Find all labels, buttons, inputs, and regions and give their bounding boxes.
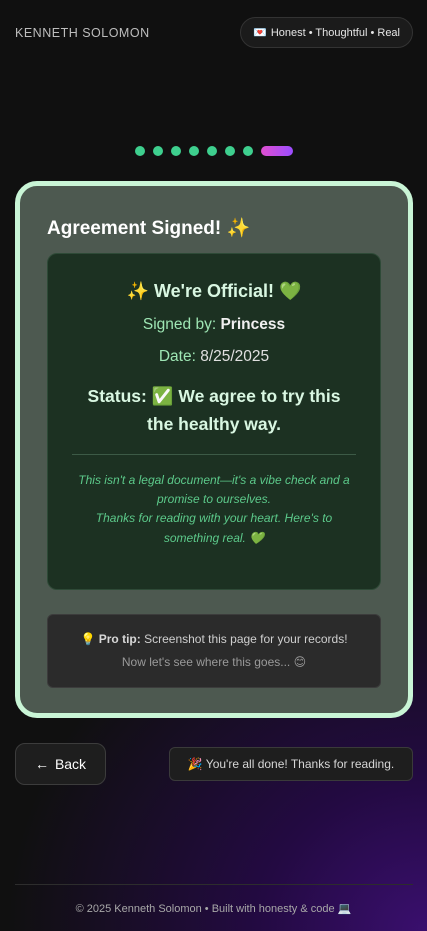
pro-tip-subtext: Now let's see where this goes... 😊 — [121, 655, 307, 669]
love-letter-icon: 💌 — [253, 27, 267, 39]
tagline-badge: 💌 Honest • Thoughtful • Real — [240, 17, 413, 48]
footer-divider — [15, 884, 413, 885]
status-label: Status: — [87, 386, 147, 406]
completion-message: 🎉 You're all done! Thanks for reading. — [169, 747, 413, 781]
divider — [72, 454, 356, 455]
back-button-label: Back — [54, 756, 87, 772]
tagline-text: Honest • Thoughtful • Real — [270, 26, 400, 39]
step-dot — [171, 146, 181, 156]
status-value: ✅ We agree to try this the healthy way. — [147, 386, 341, 434]
step-dot — [153, 146, 163, 156]
step-dot — [225, 146, 235, 156]
pro-tip-label: Pro tip: — [98, 632, 141, 646]
date-value: 8/25/2025 — [200, 348, 270, 365]
step-progress — [135, 146, 293, 156]
lightbulb-icon: 💡 — [80, 632, 96, 646]
signed-by-value: Princess — [220, 316, 286, 333]
pro-tip-box: 💡 Pro tip: Screenshot this page for your… — [47, 614, 381, 688]
date-label: Date: — [158, 348, 196, 365]
certificate-heading: ✨ We're Official! 💚 — [126, 281, 302, 301]
note-line: This isn't a legal document—it's a vibe … — [78, 473, 350, 507]
signed-by-row: Signed by: Princess — [48, 316, 380, 334]
card-title: Agreement Signed! ✨ — [47, 218, 251, 239]
note-line: Thanks for reading with your heart. Here… — [95, 511, 333, 545]
agreement-card: Agreement Signed! ✨ ✨ We're Official! 💚 … — [15, 181, 413, 718]
signed-by-label: Signed by: — [142, 316, 217, 333]
brand-name: KENNETH SOLOMON — [15, 25, 150, 40]
back-button[interactable]: ← Back — [15, 743, 106, 785]
pro-tip-text: Screenshot this page for your records! — [144, 632, 348, 646]
status-row: Status: ✅ We agree to try this the healt… — [78, 382, 350, 438]
step-dot — [243, 146, 253, 156]
date-row: Date: 8/25/2025 — [48, 348, 380, 366]
step-dot — [135, 146, 145, 156]
arrow-left-icon: ← — [34, 756, 49, 772]
step-dot — [189, 146, 199, 156]
certificate-note: This isn't a legal document—it's a vibe … — [72, 471, 356, 548]
certificate: ✨ We're Official! 💚 Signed by: Princess … — [47, 253, 381, 590]
step-dot — [207, 146, 217, 156]
step-dot-current — [261, 146, 293, 156]
header: KENNETH SOLOMON 💌 Honest • Thoughtful • … — [15, 17, 413, 48]
footer: © 2025 Kenneth Solomon • Built with hone… — [75, 903, 352, 915]
